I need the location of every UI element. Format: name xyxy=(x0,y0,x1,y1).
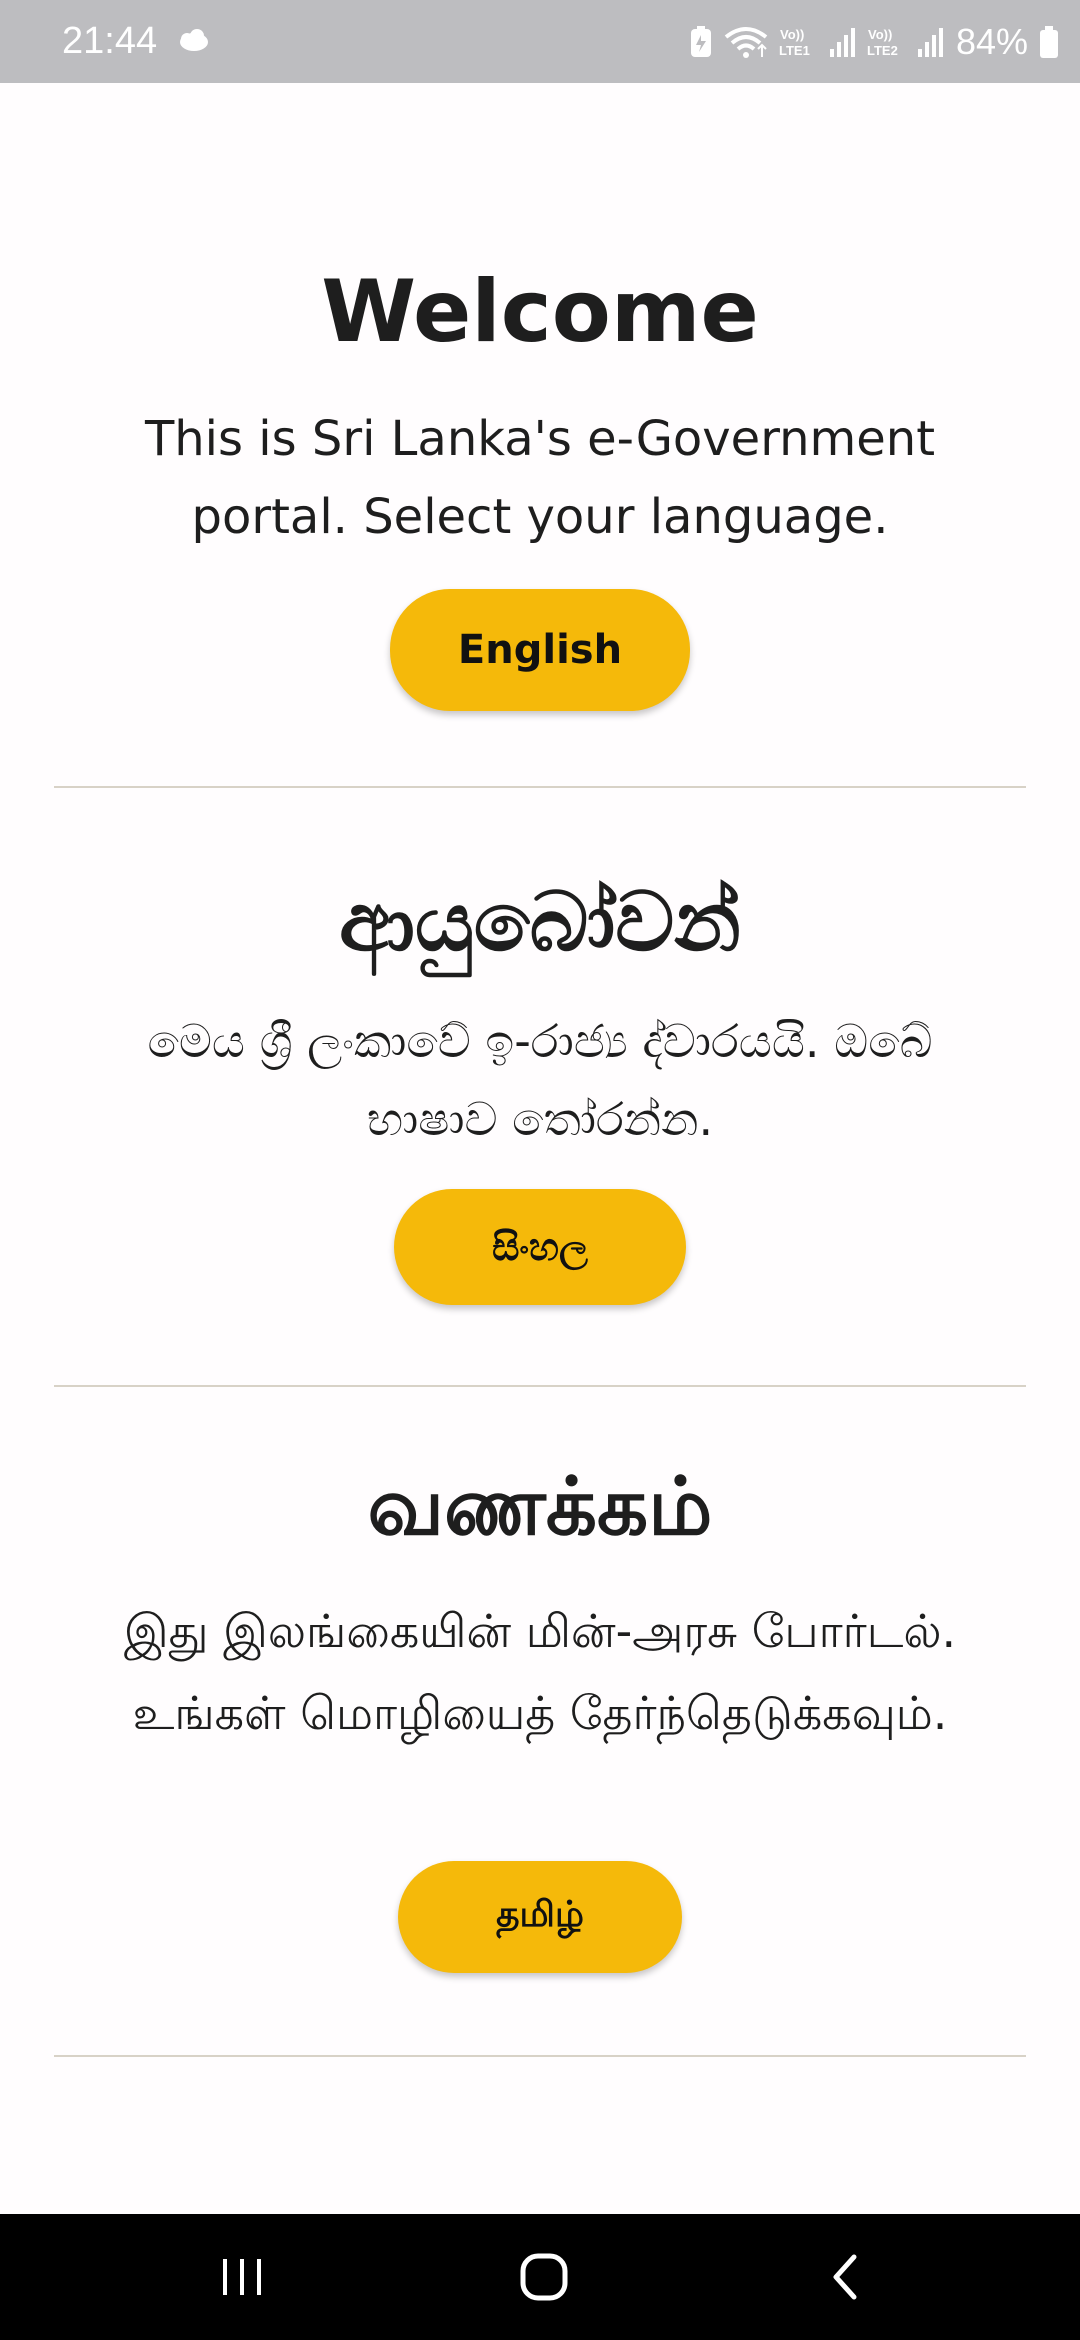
battery-icon xyxy=(1040,26,1058,58)
cloud-icon xyxy=(180,29,208,51)
welcome-heading: Welcome xyxy=(321,262,759,362)
status-bar: 21:44 Vo)) LTE1 Vo)) LTE2 84% xyxy=(0,0,1080,83)
tamil-description: இது இலங்கையின் மின்-அரசு போர்டல். உங்கள்… xyxy=(123,1604,957,1740)
battery-saver-icon xyxy=(690,26,711,57)
svg-text:Vo)): Vo)) xyxy=(868,27,892,42)
recent-apps-button[interactable] xyxy=(202,2244,282,2310)
svg-text:LTE1: LTE1 xyxy=(779,43,810,58)
volte-lte1-icon: Vo)) LTE1 xyxy=(779,27,810,58)
home-button[interactable] xyxy=(504,2244,584,2310)
sinhala-button[interactable]: සිංහල xyxy=(394,1189,686,1305)
wifi-icon xyxy=(724,27,768,58)
svg-text:LTE2: LTE2 xyxy=(867,43,898,58)
tamil-heading: வணக்கம் xyxy=(367,1460,713,1553)
home-icon xyxy=(520,2253,568,2301)
status-icons: Vo)) LTE1 Vo)) LTE2 84% xyxy=(678,16,1060,68)
back-icon xyxy=(833,2254,857,2300)
tamil-button[interactable]: தமிழ் xyxy=(398,1861,682,1973)
navigation-bar xyxy=(0,2214,1080,2340)
welcome-description: This is Sri Lanka's e-Government portal.… xyxy=(144,411,936,545)
battery-percent: 84% xyxy=(955,21,1028,62)
volte-lte2-icon: Vo)) LTE2 xyxy=(867,27,898,58)
signal-icon xyxy=(917,28,943,57)
signal-icon xyxy=(829,28,855,57)
divider xyxy=(54,1385,1026,1387)
divider xyxy=(54,786,1026,788)
english-button[interactable]: English xyxy=(390,589,690,711)
sinhala-heading: ආයුබෝවන් xyxy=(339,875,741,970)
svg-text:Vo)): Vo)) xyxy=(780,27,804,42)
divider xyxy=(54,2055,1026,2057)
recent-apps-icon xyxy=(223,2259,261,2295)
sinhala-description: මෙය ශ්‍රී ලංකාවේ ඉ-රාජ්‍ය ද්වාරයයි. ඔබේ … xyxy=(147,1014,933,1146)
status-time: 21:44 xyxy=(62,20,158,62)
back-button[interactable] xyxy=(806,2244,886,2310)
